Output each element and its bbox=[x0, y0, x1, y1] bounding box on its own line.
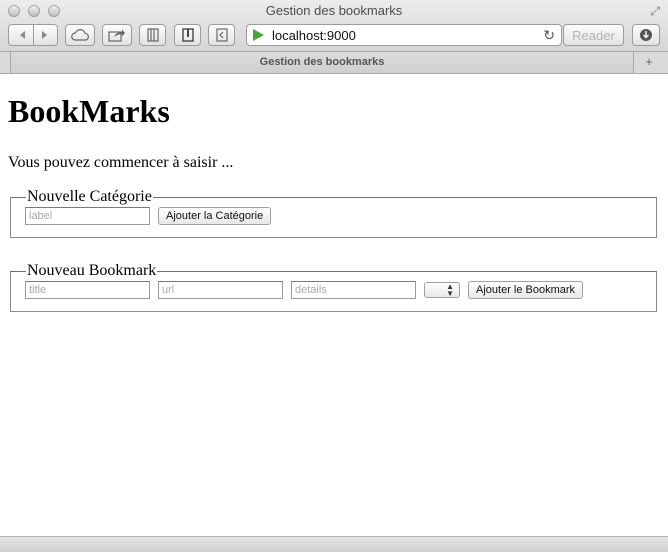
bookmarks-button[interactable] bbox=[139, 24, 166, 46]
cloud-icon bbox=[71, 29, 89, 41]
category-fieldset: Nouvelle Catégorie Ajouter la Catégorie bbox=[10, 188, 657, 238]
intro-text: Vous pouvez commencer à saisir ... bbox=[8, 154, 234, 171]
category-select[interactable]: ▲ ▼ bbox=[424, 282, 460, 298]
downloads-button[interactable] bbox=[632, 24, 660, 46]
reading-list-icon bbox=[181, 28, 194, 42]
window-title: Gestion des bookmarks bbox=[265, 3, 403, 18]
bookmark-legend: Nouveau Bookmark bbox=[27, 262, 157, 279]
share-button[interactable] bbox=[102, 24, 132, 46]
book-icon bbox=[146, 28, 159, 42]
forward-icon[interactable] bbox=[39, 30, 49, 40]
status-bar bbox=[0, 536, 668, 552]
bookmark-details-input[interactable] bbox=[291, 281, 416, 299]
reading-list-button[interactable] bbox=[174, 24, 201, 46]
fullscreen-icon[interactable]: ⤢ bbox=[650, 4, 660, 19]
share-icon bbox=[108, 29, 125, 42]
add-category-button[interactable]: Ajouter la Catégorie bbox=[158, 207, 272, 225]
category-label-input[interactable] bbox=[25, 207, 150, 225]
load-indicator-icon bbox=[253, 29, 264, 41]
bookmark-title-input[interactable] bbox=[25, 281, 150, 299]
bookmark-fieldset: Nouveau Bookmark ▲▼ Ajouter le Bookmark bbox=[10, 262, 657, 312]
address-bar[interactable]: localhost:9000 ↻ bbox=[246, 24, 562, 46]
reader-button[interactable]: Reader bbox=[563, 24, 624, 46]
add-bookmark-button[interactable]: Ajouter le Bookmark bbox=[468, 281, 584, 299]
tab-bar: Gestion des bookmarks + bbox=[0, 52, 668, 74]
category-legend: Nouvelle Catégorie bbox=[27, 188, 152, 205]
tab-gestion-des-bookmarks[interactable]: Gestion des bookmarks bbox=[10, 52, 634, 73]
window-titlebar: Gestion des bookmarks ⤢ localhost:9000 ↻… bbox=[0, 0, 668, 52]
page-content: BookMarks Vous pouvez commencer à saisir… bbox=[0, 74, 668, 536]
back-icon[interactable] bbox=[18, 30, 28, 40]
url-text[interactable]: localhost:9000 bbox=[272, 28, 356, 43]
reload-icon[interactable]: ↻ bbox=[543, 27, 555, 44]
top-sites-button[interactable] bbox=[208, 24, 235, 46]
top-sites-icon bbox=[215, 28, 228, 42]
bookmark-url-input[interactable] bbox=[158, 281, 283, 299]
download-icon bbox=[640, 29, 652, 41]
page-title: BookMarks bbox=[8, 93, 170, 129]
icloud-tabs-button[interactable] bbox=[65, 24, 95, 46]
select-stepper-icon: ▲ ▼ bbox=[446, 282, 454, 298]
back-forward-buttons bbox=[8, 24, 58, 46]
new-tab-button[interactable]: + bbox=[638, 52, 660, 73]
